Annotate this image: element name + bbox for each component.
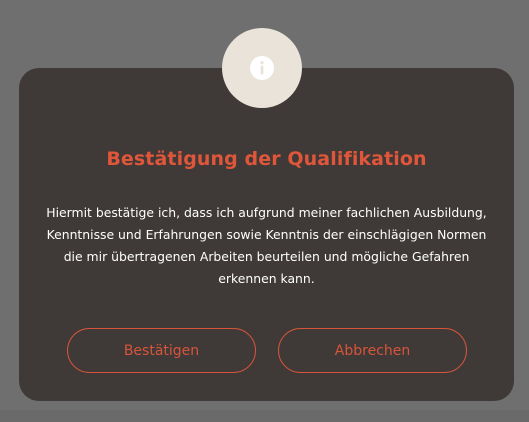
dialog-message: Hiermit bestätige ich, dass ich aufgrund… — [46, 205, 487, 286]
info-badge — [222, 28, 302, 108]
info-icon — [250, 56, 274, 80]
page-bottom-strip — [0, 410, 529, 422]
cancel-button[interactable]: Abbrechen — [278, 328, 467, 373]
dialog-title: Bestätigung der Qualifikation — [106, 148, 427, 170]
qualification-dialog: Bestätigung der Qualifikation Hiermit be… — [19, 68, 514, 401]
confirm-button[interactable]: Bestätigen — [67, 328, 256, 373]
